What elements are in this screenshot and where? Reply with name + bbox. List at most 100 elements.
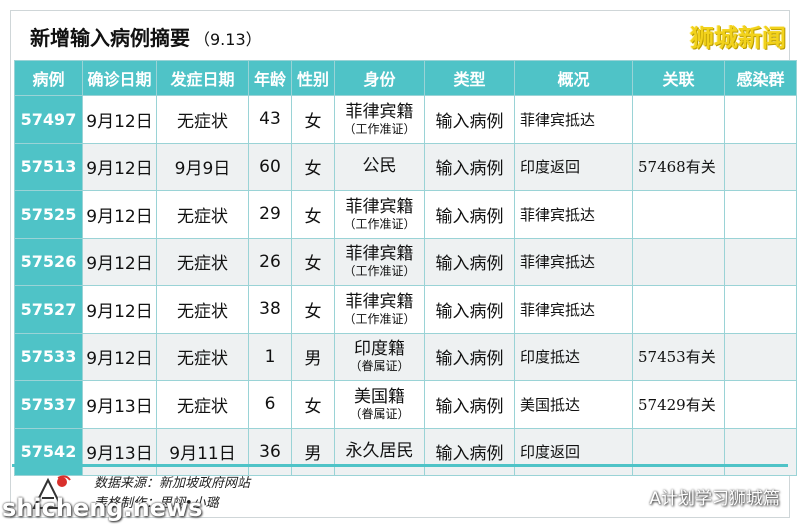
column-header: 年龄 xyxy=(248,60,292,96)
identity-permit: （工作准证） xyxy=(343,121,416,136)
age-cell: 43 xyxy=(248,95,292,144)
identity-cell: 美国籍 （眷属证） xyxy=(334,380,425,429)
column-header: 概况 xyxy=(514,60,633,96)
summary-cell: 印度返回 xyxy=(514,142,633,191)
link-cell: 57468有关 xyxy=(632,142,725,191)
brand-logo: 狮城新闻 xyxy=(690,24,786,52)
identity-cell: 菲律宾籍 （工作准证） xyxy=(334,190,425,239)
identity-permit: （眷属证） xyxy=(349,406,410,421)
summary-cell: 菲律宾抵达 xyxy=(514,285,633,334)
title-bar: 新增输入病例摘要 （9.13） 狮城新闻 xyxy=(10,16,790,56)
case-id-cell: 57513 xyxy=(14,142,83,191)
confirm-date-cell: 9月12日 xyxy=(82,237,157,286)
confirm-date-cell: 9月12日 xyxy=(82,95,157,144)
link-cell xyxy=(632,190,725,239)
identity-permit: （工作准证） xyxy=(343,311,416,326)
case-id-cell: 57497 xyxy=(14,95,83,144)
footer-divider xyxy=(12,464,788,467)
identity-label: 菲律宾籍 xyxy=(345,291,414,312)
column-header: 感染群 xyxy=(724,60,797,96)
confirm-date-cell: 9月13日 xyxy=(82,380,157,429)
column-header: 发症日期 xyxy=(156,60,249,96)
summary-cell: 印度抵达 xyxy=(514,332,633,381)
wechat-icon xyxy=(621,488,643,504)
confirm-date-cell: 9月12日 xyxy=(82,142,157,191)
identity-label: 菲律宾籍 xyxy=(345,101,414,122)
identity-label: 菲律宾籍 xyxy=(345,244,414,265)
onset-date-cell: 无症状 xyxy=(156,237,249,286)
age-cell: 1 xyxy=(248,332,292,381)
site-watermark: shicheng.news xyxy=(2,494,203,522)
table-row: 57533 9月12日 无症状 1 男印度籍 （眷属证） 输入病例 印度抵达 57453有关 xyxy=(14,332,797,381)
link-cell xyxy=(632,237,725,286)
sex-cell: 男 xyxy=(291,332,335,381)
identity-label: 永久居民 xyxy=(345,441,414,462)
cluster-cell xyxy=(724,95,797,144)
identity-cell: 公民 xyxy=(334,142,425,191)
confirm-date-cell: 9月12日 xyxy=(82,332,157,381)
sex-cell: 女 xyxy=(291,285,335,334)
account-watermark: A计划学习狮城篇 xyxy=(621,484,780,509)
identity-label: 菲律宾籍 xyxy=(345,196,414,217)
age-cell: 38 xyxy=(248,285,292,334)
sex-cell: 女 xyxy=(291,190,335,239)
summary-cell: 菲律宾抵达 xyxy=(514,95,633,144)
age-cell: 29 xyxy=(248,190,292,239)
title-label: 新增输入病例摘要 xyxy=(30,26,190,50)
case-id-cell: 57526 xyxy=(14,237,83,286)
identity-label: 印度籍 xyxy=(354,339,405,360)
page-title: 新增输入病例摘要 （9.13） xyxy=(30,22,262,51)
account-name: A计划学习狮城篇 xyxy=(649,489,780,509)
table-row: 57526 9月12日 无症状 26 女菲律宾籍 （工作准证） 输入病例 菲律宾抵达 xyxy=(14,237,797,286)
type-cell: 输入病例 xyxy=(424,332,515,381)
sex-cell: 女 xyxy=(291,142,335,191)
type-cell: 输入病例 xyxy=(424,95,515,144)
column-header: 关联 xyxy=(632,60,725,96)
column-header: 身份 xyxy=(334,60,425,96)
sex-cell: 女 xyxy=(291,380,335,429)
identity-label: 公民 xyxy=(362,156,397,177)
age-cell: 60 xyxy=(248,142,292,191)
type-cell: 输入病例 xyxy=(424,285,515,334)
case-id-cell: 57533 xyxy=(14,332,83,381)
onset-date-cell: 无症状 xyxy=(156,285,249,334)
summary-cell: 菲律宾抵达 xyxy=(514,190,633,239)
column-header: 性别 xyxy=(291,60,335,96)
cluster-cell xyxy=(724,380,797,429)
type-cell: 输入病例 xyxy=(424,190,515,239)
identity-cell: 印度籍 （眷属证） xyxy=(334,332,425,381)
case-id-cell: 57525 xyxy=(14,190,83,239)
table-row: 57537 9月13日 无症状 6 女美国籍 （眷属证） 输入病例 美国抵达 57429有关 xyxy=(14,380,797,429)
onset-date-cell: 无症状 xyxy=(156,380,249,429)
cluster-cell xyxy=(724,190,797,239)
table-row: 57497 9月12日 无症状 43 女菲律宾籍 （工作准证） 输入病例 菲律宾抵达 xyxy=(14,95,797,144)
identity-permit: （工作准证） xyxy=(343,264,416,279)
type-cell: 输入病例 xyxy=(424,142,515,191)
age-cell: 26 xyxy=(248,237,292,286)
link-cell xyxy=(632,95,725,144)
table-header-row: 病例 确诊日期 发症日期 年龄 性别 身份 类型 概况 关联 感染群 xyxy=(14,60,797,96)
onset-date-cell: 无症状 xyxy=(156,95,249,144)
confirm-date-cell: 9月12日 xyxy=(82,285,157,334)
column-header: 病例 xyxy=(14,60,83,96)
case-id-cell: 57537 xyxy=(14,380,83,429)
identity-permit: （眷属证） xyxy=(349,359,410,374)
table-row: 57525 9月12日 无症状 29 女菲律宾籍 （工作准证） 输入病例 菲律宾抵达 xyxy=(14,190,797,239)
link-cell: 57429有关 xyxy=(632,380,725,429)
summary-cell: 菲律宾抵达 xyxy=(514,237,633,286)
onset-date-cell: 无症状 xyxy=(156,332,249,381)
identity-cell: 菲律宾籍 （工作准证） xyxy=(334,95,425,144)
sex-cell: 女 xyxy=(291,237,335,286)
identity-permit: （工作准证） xyxy=(343,216,416,231)
summary-cell: 美国抵达 xyxy=(514,380,633,429)
column-header: 确诊日期 xyxy=(82,60,157,96)
cases-table: 病例 确诊日期 发症日期 年龄 性别 身份 类型 概况 关联 感染群 57497… xyxy=(14,60,797,476)
type-cell: 输入病例 xyxy=(424,380,515,429)
link-cell xyxy=(632,285,725,334)
table-row: 57513 9月12日 9月9日 60 女 公民 输入病例 印度返回 57468有关 xyxy=(14,142,797,191)
type-cell: 输入病例 xyxy=(424,237,515,286)
identity-label: 美国籍 xyxy=(354,386,405,407)
column-header: 类型 xyxy=(424,60,515,96)
case-id-cell: 57527 xyxy=(14,285,83,334)
confirm-date-cell: 9月12日 xyxy=(82,190,157,239)
